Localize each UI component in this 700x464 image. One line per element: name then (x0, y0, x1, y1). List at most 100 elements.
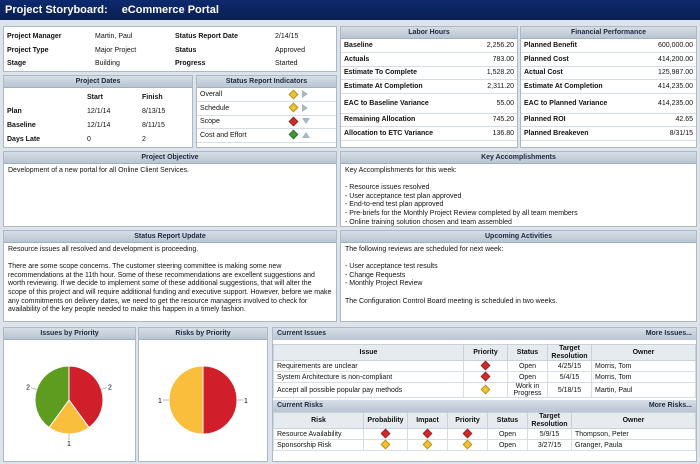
issue-name: Requirements are unclear (273, 360, 464, 372)
issue-owner: Morris, Tom (591, 371, 696, 383)
dates-start: 12/1/14 (87, 107, 111, 115)
issues-col-header[interactable]: Status (507, 344, 548, 361)
issues-table: Issue Priority Status Target Resolution Owne… (273, 344, 696, 398)
risks-col-header[interactable]: Status (487, 412, 528, 429)
financial-value: 8/31/15 (640, 126, 696, 141)
dates-row: Days Late 0 2 (4, 132, 192, 146)
info-value: Major Project (95, 46, 137, 54)
financial-label: Planned Cost (521, 52, 641, 67)
status-indicators-table: Overall Schedule Scope Cost and Effort (197, 88, 336, 143)
financial-label: Planned ROI (521, 113, 641, 127)
risk-name: Sponsorship Risk (273, 439, 364, 451)
issue-owner: Martin, Paul (591, 382, 696, 398)
issue-name: Accept all possible popular pay methods (273, 382, 464, 398)
risk-status: Open (487, 439, 528, 451)
risks-header-row: Risk Probability Impact Priority Status Targe… (273, 412, 696, 429)
labor-hours-header: Labor Hours (341, 27, 517, 39)
issue-status: Open (507, 371, 548, 383)
info-label: Progress (175, 60, 206, 68)
risk-row[interactable]: Resource Availability Open 5/9/15 Thompson,… (273, 428, 696, 440)
dates-start: 12/1/14 (87, 121, 111, 129)
risk-name: Resource Availability (273, 428, 364, 440)
labor-row: Actuals 783.00 (341, 52, 517, 67)
more-risks-link[interactable]: More Risks... (649, 400, 692, 412)
project-info-panel: Project Manager Martin, Paul Status Report… (3, 26, 337, 72)
issue-owner: Morris, Tom (591, 360, 696, 372)
labor-hours-table: Baseline 2,256.20 Actuals 783.00 Estimate To… (341, 39, 517, 141)
dates-col-start: Start (87, 94, 103, 101)
project-dates-panel: Project Dates Start Finish Plan 12/1/14 8/13… (3, 75, 193, 148)
risks-col-header[interactable]: Target Resolution (527, 412, 572, 429)
financial-row: Planned ROI 42.65 (521, 113, 696, 127)
trend-right-arrow-icon (302, 103, 308, 112)
pie-leader-line (30, 387, 37, 390)
risks-col-header[interactable]: Probability (363, 412, 408, 429)
project-info-table: Project Manager Martin, Paul Status Report… (4, 30, 336, 71)
risks-col-header[interactable]: Impact (407, 412, 448, 429)
issue-priority (463, 371, 508, 383)
financial-value: 125,987.00 (640, 66, 696, 80)
pie-leader-line (101, 387, 108, 390)
labor-label: Estimate To Complete (341, 66, 472, 80)
issues-col-header[interactable]: Target Resolution (547, 344, 592, 361)
risk-row[interactable]: Sponsorship Risk Open 3/27/15 Granger, Paul… (273, 439, 696, 451)
project-objective-header: Project Objective (4, 152, 336, 164)
issues-by-priority-panel: Issues by Priority 2 1 2 (3, 327, 136, 462)
pie-slice (168, 365, 204, 435)
issues-col-header[interactable]: Priority (463, 344, 508, 361)
labor-value: 136.80 (471, 126, 517, 141)
labor-label: Actuals (341, 52, 472, 67)
issues-header-row: Issue Priority Status Target Resolution Owne… (273, 344, 696, 361)
dates-col-finish: Finish (142, 94, 163, 101)
financial-value: 414,235.00 (640, 93, 696, 114)
issues-col-header[interactable]: Issue (273, 344, 464, 361)
indicator-status (287, 101, 336, 116)
priority-diamond-icon (480, 360, 491, 371)
issue-row[interactable]: Requirements are unclear Open 4/25/15 Morri… (273, 360, 696, 372)
app-title-bar: Project Storyboard: eCommerce Portal (0, 0, 700, 20)
status-report-update-panel: Status Report Update Resource issues all… (3, 230, 337, 322)
financial-label: EAC to Planned Variance (521, 93, 641, 114)
labor-row: Baseline 2,256.20 (341, 39, 517, 53)
info-value: Started (275, 60, 298, 68)
priority-diamond-icon (462, 428, 473, 439)
labor-row: EAC to Baseline Variance 55.00 (341, 93, 517, 114)
project-name: eCommerce Portal (121, 4, 219, 16)
issue-row[interactable]: System Architecture is non-compliant Open… (273, 371, 696, 383)
risks-col-header[interactable]: Priority (447, 412, 488, 429)
issue-row[interactable]: Accept all possible popular pay methods W… (273, 382, 696, 398)
labor-value: 783.00 (471, 52, 517, 67)
risks-chart-header: Risks by Priority (139, 328, 267, 340)
issues-chart-header: Issues by Priority (4, 328, 135, 340)
dates-row: Plan 12/1/14 8/13/15 (4, 104, 192, 118)
status-diamond-icon (288, 116, 299, 127)
project-dates-table: Start Finish Plan 12/1/14 8/13/15 Baseline 12/… (4, 91, 192, 146)
dates-label: Days Late (7, 135, 41, 143)
app-title: Project Storyboard: (5, 4, 108, 16)
prob-diamond-icon (380, 439, 391, 450)
risks-col-header[interactable]: Risk (273, 412, 364, 429)
risk-target-date: 3/27/15 (527, 439, 572, 451)
risks-table: Risk Probability Impact Priority Status Targe… (273, 412, 696, 451)
issues-risks-panel: Current Issues More Issues... Issue Priori… (272, 327, 697, 462)
financial-row: Planned Cost 414,200.00 (521, 52, 696, 67)
upcoming-activities-header: Upcoming Activities (341, 231, 696, 243)
financial-value: 414,235.00 (640, 79, 696, 94)
financial-row: Actual Cost 125,987.00 (521, 66, 696, 80)
pie-data-label: 1 (244, 398, 248, 405)
status-indicators-header: Status Report Indicators (197, 76, 336, 88)
dates-finish: 2 (142, 135, 146, 143)
indicator-status (287, 128, 336, 143)
indicator-status (287, 115, 336, 129)
project-objective-panel: Project Objective Development of a new p… (3, 151, 337, 227)
financial-value: 600,000.00 (640, 39, 696, 53)
risks-col-header[interactable]: Owner (571, 412, 696, 429)
issues-col-header[interactable]: Owner (591, 344, 696, 361)
indicator-label: Schedule (197, 101, 287, 116)
more-issues-link[interactable]: More Issues... (646, 328, 692, 340)
labor-row: Estimate At Completion 2,311.20 (341, 79, 517, 94)
issue-status: Work in Progress (507, 382, 548, 398)
financial-performance-panel: Financial Performance Planned Benefit 600… (520, 26, 697, 148)
dates-label: Plan (7, 107, 22, 115)
labor-label: Baseline (341, 39, 472, 53)
